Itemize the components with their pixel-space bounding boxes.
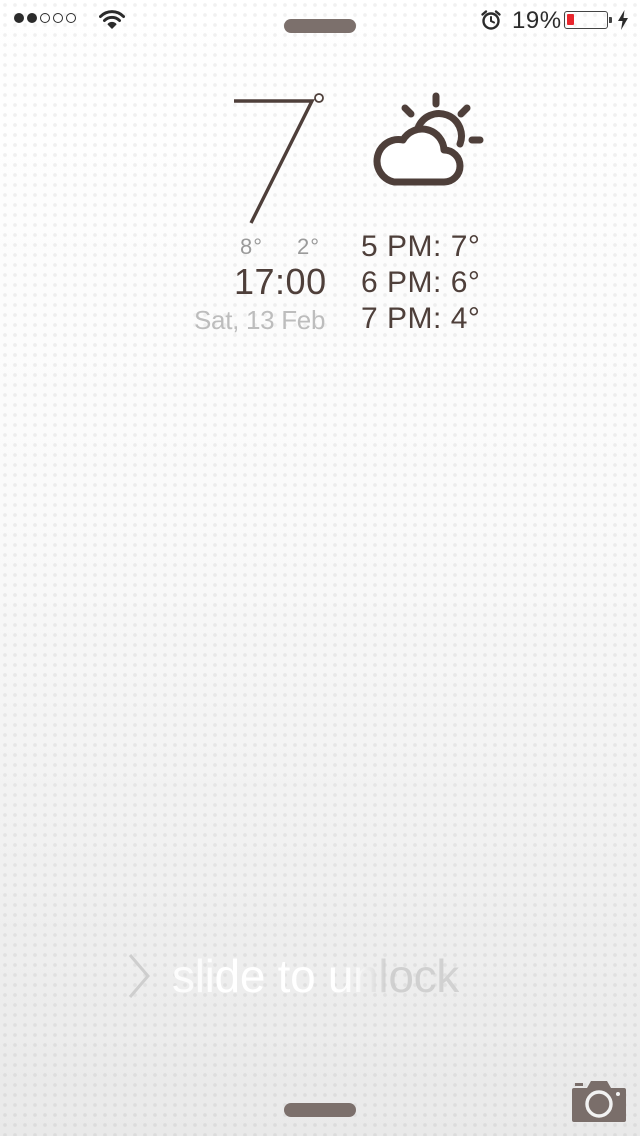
- battery-terminal: [609, 17, 612, 23]
- forecast-item: 7 PM: 4°: [361, 302, 481, 335]
- battery-level-fill: [567, 14, 574, 25]
- signal-dot: [40, 13, 50, 23]
- signal-dot: [27, 13, 37, 23]
- slide-to-unlock-label: slide to unlock: [172, 950, 459, 1002]
- partly-cloudy-icon: [373, 92, 484, 186]
- camera-icon[interactable]: [570, 1078, 628, 1124]
- slide-to-unlock-track[interactable]: slide to unlock: [126, 948, 506, 1004]
- control-center-grabber[interactable]: [284, 1103, 356, 1117]
- forecast-item: 5 PM: 7°: [361, 230, 481, 263]
- low-temperature: 2°: [297, 234, 321, 259]
- charging-bolt-icon: [618, 10, 628, 30]
- status-bar: 19%: [0, 0, 640, 40]
- current-temperature-glyph: [234, 93, 324, 224]
- clock-date: Sat, 13 Feb: [194, 305, 326, 335]
- signal-dot: [66, 13, 76, 23]
- cellular-signal-indicator: [14, 13, 76, 23]
- forecast-item: 6 PM: 6°: [361, 266, 481, 299]
- signal-dot: [14, 13, 24, 23]
- signal-dot: [53, 13, 63, 23]
- hourly-forecast-list: 5 PM: 7° 6 PM: 6° 7 PM: 4°: [361, 229, 480, 337]
- clock-time: 17:00: [234, 261, 327, 302]
- battery-icon: [564, 11, 612, 29]
- wifi-icon: [99, 10, 125, 29]
- battery-percentage: 19%: [512, 7, 562, 34]
- notification-center-grabber[interactable]: [284, 19, 356, 33]
- chevron-right-icon: [128, 954, 150, 998]
- high-temperature: 8°: [240, 234, 264, 259]
- alarm-clock-icon: [481, 10, 501, 30]
